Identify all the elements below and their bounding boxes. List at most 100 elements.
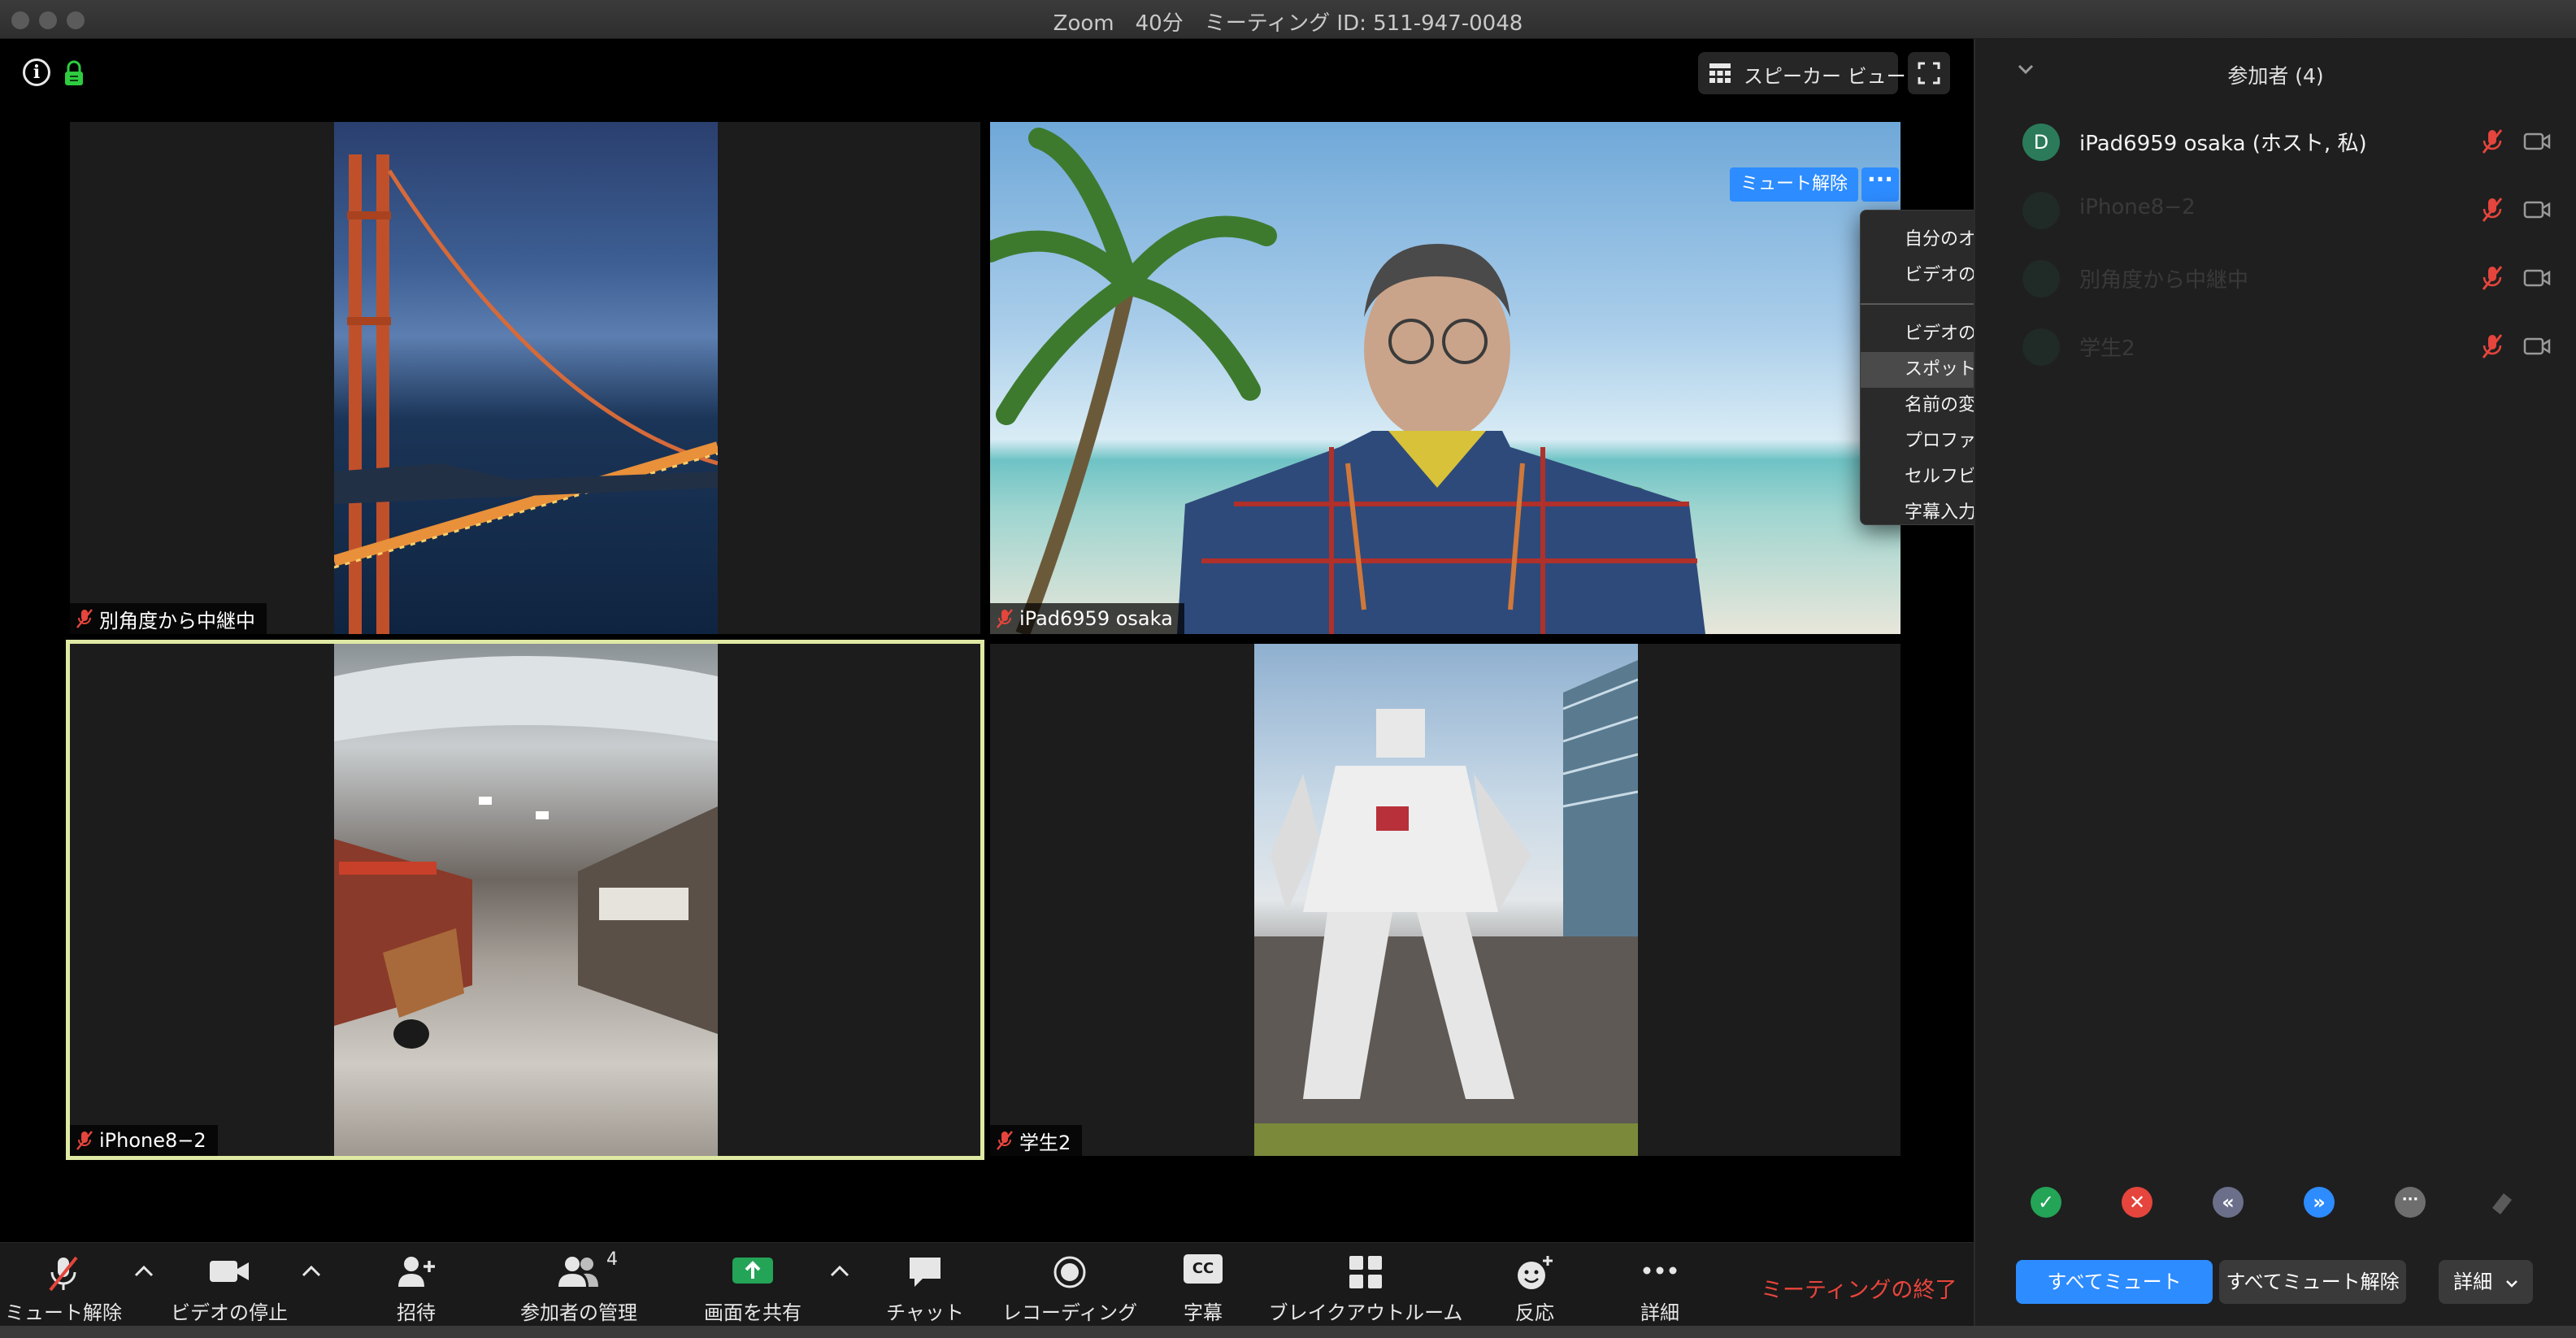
participants-panel: 参加者 (4) D iPad6959 osaka (ホスト, 私) iPhone… xyxy=(1974,39,2576,1326)
encryption-lock-icon[interactable] xyxy=(63,60,85,86)
mic-muted-icon[interactable] xyxy=(2481,197,2504,223)
breakout-rooms-button[interactable]: ブレイクアウトルーム xyxy=(1265,1243,1466,1327)
panel-more-button[interactable]: 詳細 xyxy=(2439,1260,2533,1304)
video-camera-icon[interactable] xyxy=(2523,132,2551,151)
mic-muted-icon[interactable] xyxy=(2481,265,2504,291)
meeting-info-icon[interactable]: i xyxy=(23,59,50,86)
participant-row[interactable]: D iPad6959 osaka (ホスト, 私) xyxy=(1975,115,2576,167)
mic-muted-icon[interactable] xyxy=(2481,333,2504,359)
share-screen-icon xyxy=(732,1258,773,1284)
invite-button[interactable]: 招待 xyxy=(374,1243,458,1327)
tile-name: 別角度から中継中 xyxy=(99,609,255,632)
captions-button[interactable]: CC 字幕 xyxy=(1161,1243,1245,1327)
tile-name-tag: 学生2 xyxy=(990,1125,1083,1156)
mic-muted-icon xyxy=(997,1131,1013,1150)
bridge-photo xyxy=(334,122,718,634)
mute-all-button[interactable]: すべてミュート xyxy=(2016,1260,2213,1304)
market-photo xyxy=(334,644,718,1156)
more-icon[interactable]: ··· xyxy=(2395,1187,2426,1218)
clear-icon[interactable] xyxy=(2486,1187,2517,1218)
video-tile-4[interactable]: 学生2 xyxy=(990,644,1901,1156)
participant-name: 学生2 xyxy=(2079,337,2135,361)
video-camera-icon xyxy=(210,1261,249,1282)
mic-muted-icon xyxy=(997,609,1013,628)
mic-muted-icon[interactable] xyxy=(2481,128,2504,154)
fullscreen-icon xyxy=(1918,62,1940,85)
meeting-area: i スピーカー ビュー 別角度から中継中 iPad6959 osaka iPho… xyxy=(0,39,2234,1242)
reactions-label: 反応 xyxy=(1515,1301,1554,1324)
grid-view-icon xyxy=(1709,63,1731,83)
tile-name: iPad6959 osaka xyxy=(1019,607,1173,630)
record-icon xyxy=(1053,1256,1086,1288)
video-camera-icon[interactable] xyxy=(2523,337,2551,356)
record-label: レコーディング xyxy=(1001,1301,1138,1324)
avatar xyxy=(2022,328,2060,366)
speaker-view-button[interactable]: スピーカー ビュー xyxy=(1698,52,1906,94)
reactions-button[interactable]: 反応 xyxy=(1492,1243,1577,1327)
participant-count-badge: 4 xyxy=(606,1249,618,1270)
gundam-photo xyxy=(1254,644,1638,1156)
panel-title: 参加者 (4) xyxy=(2227,64,2324,88)
tile-more-button[interactable]: ··· xyxy=(1861,167,1899,202)
captions-label: 字幕 xyxy=(1184,1301,1223,1324)
breakout-rooms-label: ブレイクアウトルーム xyxy=(1268,1301,1463,1324)
avatar: D xyxy=(2022,124,2060,161)
video-camera-icon[interactable] xyxy=(2523,200,2551,219)
stop-video-button[interactable]: ビデオの停止 xyxy=(163,1243,296,1327)
slower-icon[interactable]: « xyxy=(2213,1187,2244,1218)
tile-name-tag: iPhone8−2 xyxy=(70,1125,218,1156)
check-icon[interactable]: ✓ xyxy=(2031,1187,2061,1218)
unmute-label: ミュート解除 xyxy=(5,1301,122,1324)
participant-name: 別角度から中継中 xyxy=(2079,268,2249,293)
manage-participants-button[interactable]: 4 参加者の管理 xyxy=(509,1243,649,1327)
record-button[interactable]: レコーディング xyxy=(997,1243,1143,1327)
manage-participants-label: 参加者の管理 xyxy=(520,1301,637,1324)
close-icon[interactable]: ✕ xyxy=(2122,1187,2152,1218)
stop-video-label: ビデオの停止 xyxy=(171,1301,288,1324)
video-tile-1[interactable]: 別角度から中継中 xyxy=(70,122,980,634)
video-camera-icon[interactable] xyxy=(2523,268,2551,288)
avatar xyxy=(2022,260,2060,298)
avatar xyxy=(2022,192,2060,229)
window-bottom-edge xyxy=(0,1326,2576,1338)
meeting-toolbar: ミュート解除 ビデオの停止 招待 4 参加者の管理 画面を共有 チャット レコー… xyxy=(0,1242,1974,1326)
share-screen-label: 画面を共有 xyxy=(704,1301,801,1324)
breakout-rooms-icon xyxy=(1349,1256,1382,1288)
invite-label: 招待 xyxy=(397,1301,436,1324)
chevron-down-icon xyxy=(2505,1280,2517,1288)
participant-name: iPad6959 osaka (ホスト, 私) xyxy=(2079,132,2367,156)
share-screen-button[interactable]: 画面を共有 xyxy=(693,1243,813,1327)
unmute-button[interactable]: ミュート解除 xyxy=(0,1243,127,1327)
tile-name-tag: iPad6959 osaka xyxy=(990,603,1184,634)
tile-name: 学生2 xyxy=(1019,1131,1071,1154)
fullscreen-button[interactable] xyxy=(1908,52,1950,94)
tile-name: iPhone8−2 xyxy=(99,1129,206,1152)
end-meeting-button[interactable]: ミーティングの終了 xyxy=(1761,1272,1957,1304)
window-title: Zoom 40分 ミーティング ID: 511-947-0048 xyxy=(1053,11,1523,36)
participant-name: iPhone8−2 xyxy=(2079,195,2196,219)
tile-name-tag: 別角度から中継中 xyxy=(70,603,267,634)
faster-icon[interactable]: » xyxy=(2304,1187,2335,1218)
participant-row[interactable]: 学生2 xyxy=(1975,320,2576,372)
participant-row[interactable]: iPhone8−2 xyxy=(1975,184,2576,236)
chat-bubble-icon xyxy=(910,1258,940,1287)
tile-unmute-button[interactable]: ミュート解除 xyxy=(1730,167,1858,202)
more-button[interactable]: 詳細 xyxy=(1618,1243,1702,1327)
share-options-chevron-icon[interactable] xyxy=(829,1264,850,1279)
more-label: 詳細 xyxy=(1640,1301,1679,1324)
smiley-icon xyxy=(1518,1256,1553,1289)
panel-more-label: 詳細 xyxy=(2453,1271,2493,1293)
more-dots-icon xyxy=(1643,1266,1677,1275)
participant-row[interactable]: 別角度から中継中 xyxy=(1975,252,2576,304)
unmute-all-button[interactable]: すべてミュート解除 xyxy=(2219,1260,2406,1304)
closed-captions-icon: CC xyxy=(1184,1254,1223,1284)
mic-muted-icon xyxy=(76,1131,93,1150)
chat-button[interactable]: チャット xyxy=(878,1243,972,1327)
video-options-chevron-icon[interactable] xyxy=(301,1264,322,1279)
speaker-view-label: スピーカー ビュー xyxy=(1744,65,1906,88)
mic-muted-icon xyxy=(76,609,93,628)
participants-icon xyxy=(558,1257,598,1287)
add-person-icon xyxy=(398,1257,435,1287)
audio-options-chevron-icon[interactable] xyxy=(133,1264,154,1279)
video-tile-3[interactable]: iPhone8−2 xyxy=(66,640,984,1160)
